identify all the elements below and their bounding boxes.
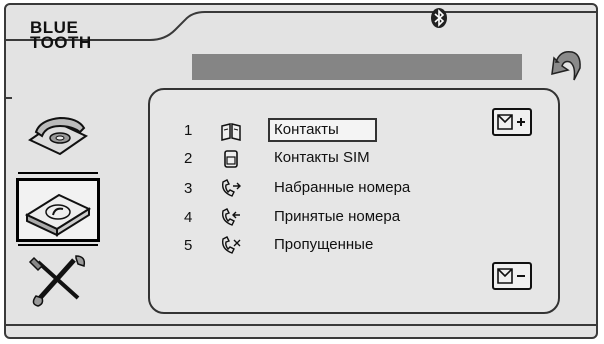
tab-divider-2 <box>18 244 98 246</box>
menu-item-contacts[interactable]: 1 Контакты <box>184 118 524 144</box>
bottom-divider <box>6 324 596 326</box>
call-log-icon <box>24 193 92 237</box>
menu-item-sim-contacts[interactable]: 2 Контакты SIM <box>184 148 524 172</box>
tab-call-log[interactable] <box>16 178 100 242</box>
menu-item-missed[interactable]: 5 Пропущенные <box>184 235 524 259</box>
menu-label: Контакты <box>268 118 377 142</box>
menu-label: Принятые номера <box>274 208 401 225</box>
status-bar <box>192 54 522 80</box>
remove-contact-icon <box>497 268 525 284</box>
remove-contact-button[interactable] <box>492 262 532 290</box>
menu-number: 3 <box>184 180 193 197</box>
incoming-call-icon <box>222 208 240 226</box>
back-arrow-icon[interactable] <box>548 44 584 84</box>
menu-label: Пропущенные <box>274 236 374 253</box>
menu-number: 1 <box>184 122 193 139</box>
telephone-icon <box>27 116 89 156</box>
tools-icon <box>28 255 86 307</box>
tab-phone[interactable] <box>16 100 100 164</box>
missed-call-icon <box>222 236 241 254</box>
add-contact-icon <box>497 114 525 130</box>
contacts-book-icon <box>221 123 241 141</box>
add-contact-button[interactable] <box>492 108 532 136</box>
main-panel: 1 Контакты 2 Контакты SIM 3 Набранные но… <box>148 88 560 314</box>
menu-label: Контакты SIM <box>274 149 370 166</box>
menu-number: 4 <box>184 209 193 226</box>
tab-divider-1 <box>18 172 98 174</box>
menu-number: 5 <box>184 237 193 254</box>
menu-item-received[interactable]: 4 Принятые номера <box>184 207 524 231</box>
outgoing-call-icon <box>222 179 241 197</box>
title-line-2: TOOTH <box>30 33 92 52</box>
tab-settings[interactable] <box>16 248 100 312</box>
menu-number: 2 <box>184 150 193 167</box>
menu-item-dialed[interactable]: 3 Набранные номера <box>184 178 524 202</box>
sim-card-icon <box>224 150 238 168</box>
bluetooth-icon <box>431 8 447 28</box>
menu-label: Набранные номера <box>274 179 411 196</box>
bluetooth-screen: BLUE TOOTH 1 Контакты 2 Контакты SIM 3 Н… <box>0 0 604 344</box>
app-title: BLUE TOOTH <box>30 19 92 52</box>
